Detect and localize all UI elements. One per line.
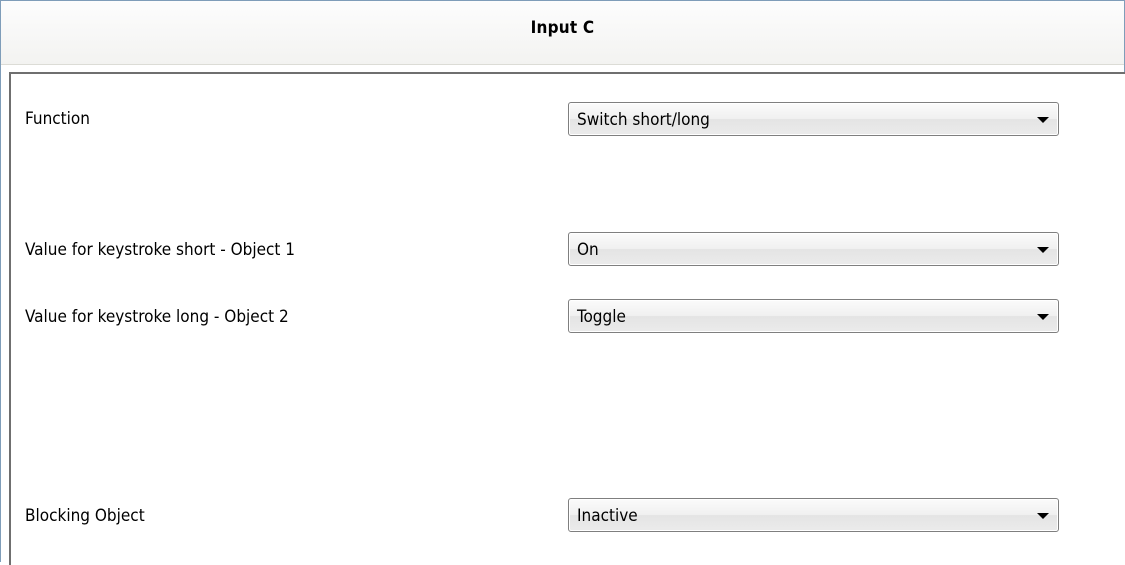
chevron-down-icon[interactable] bbox=[1037, 314, 1049, 320]
keystroke-long-dropdown-value: Toggle bbox=[577, 307, 626, 327]
page-header: Input C bbox=[1, 1, 1124, 65]
parameter-window: Input C Function Switch short/long Value… bbox=[0, 0, 1125, 565]
keystroke-long-dropdown[interactable]: Toggle bbox=[568, 299, 1059, 333]
page-title: Input C bbox=[530, 18, 595, 38]
keystroke-short-label: Value for keystroke short - Object 1 bbox=[25, 240, 295, 260]
function-label: Function bbox=[25, 109, 90, 129]
blocking-object-dropdown[interactable]: Inactive bbox=[568, 498, 1059, 532]
chevron-down-icon[interactable] bbox=[1037, 513, 1049, 519]
chevron-down-icon[interactable] bbox=[1037, 247, 1049, 253]
chevron-down-icon[interactable] bbox=[1037, 117, 1049, 123]
keystroke-long-label: Value for keystroke long - Object 2 bbox=[25, 307, 289, 327]
blocking-object-dropdown-value: Inactive bbox=[577, 506, 638, 526]
keystroke-short-dropdown[interactable]: On bbox=[568, 232, 1059, 266]
keystroke-short-dropdown-value: On bbox=[577, 240, 599, 260]
function-dropdown-value: Switch short/long bbox=[577, 110, 710, 130]
function-dropdown[interactable]: Switch short/long bbox=[568, 102, 1059, 136]
blocking-object-label: Blocking Object bbox=[25, 506, 145, 526]
